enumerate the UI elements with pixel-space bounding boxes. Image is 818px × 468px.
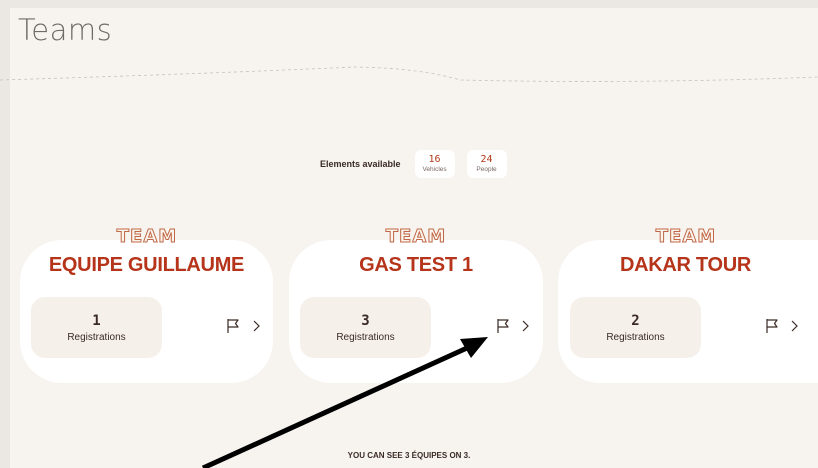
chevron-right-icon[interactable] (521, 320, 531, 332)
top-border (0, 0, 818, 8)
vehicles-label: Vehicles (422, 166, 447, 173)
elements-available: Elements available 16 Vehicles 24 People (320, 150, 519, 178)
registrations-count: 1 (92, 312, 101, 329)
page-title: Teams (18, 13, 113, 47)
registrations-label: Registrations (336, 331, 395, 343)
registrations-count: 3 (361, 312, 370, 329)
registrations-count: 2 (631, 312, 640, 329)
teams-count-note: YOU CAN SEE 3 ÉQUIPES ON 3. (347, 451, 471, 460)
people-count: 24 (480, 154, 493, 165)
team-tag: TEAM (655, 226, 717, 248)
wavy-divider (0, 66, 818, 82)
people-label: People (476, 166, 497, 173)
flag-icon[interactable] (226, 318, 240, 334)
team-name: GAS TEST 1 (359, 254, 473, 276)
chevron-right-icon[interactable] (252, 320, 262, 332)
chevron-right-icon[interactable] (790, 320, 800, 332)
registrations-label: Registrations (67, 331, 126, 343)
team-name: DAKAR TOUR (619, 254, 752, 276)
team-name: EQUIPE GUILLAUME (48, 254, 245, 276)
vehicles-stat: 16 Vehicles (414, 150, 455, 178)
elements-available-label: Elements available (320, 159, 401, 169)
registrations-box: 3 Registrations (300, 297, 431, 358)
flag-icon[interactable] (496, 318, 510, 334)
team-tag: TEAM (116, 226, 178, 248)
people-stat: 24 People (466, 150, 507, 178)
registrations-box: 1 Registrations (31, 297, 162, 358)
registrations-label: Registrations (606, 331, 665, 343)
vehicles-count: 16 (428, 154, 441, 165)
flag-icon[interactable] (765, 318, 779, 334)
team-tag: TEAM (385, 226, 447, 248)
registrations-box: 2 Registrations (570, 297, 701, 358)
